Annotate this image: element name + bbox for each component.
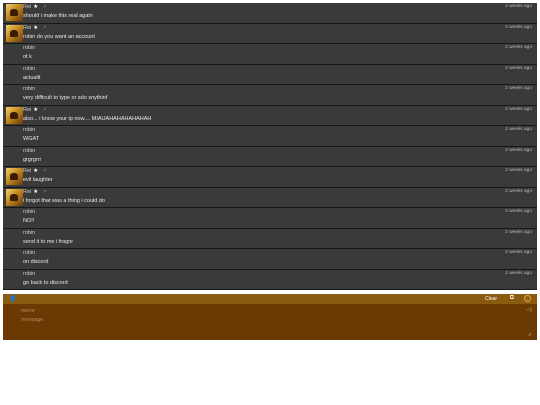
message-timestamp: 2 weeks ago [505,168,532,173]
message-text: NO!! [23,218,35,224]
author-name: robin [23,65,36,72]
resize-grip-icon[interactable]: ◢ [528,331,531,336]
avatar[interactable] [6,24,23,42]
author-name: robin [23,45,36,51]
message-text: go back to discord [23,279,68,286]
message-author: robin [23,86,35,92]
author-name: robin [23,127,36,133]
compose-area: ◁) ◢ [3,304,537,340]
author-name: Rei [23,24,32,31]
message-author: robin [23,271,35,277]
message-timestamp: 2 weeks ago [505,209,532,214]
message-timestamp: 2 weeks ago [505,270,532,276]
avatar[interactable] [6,106,23,124]
author-name: robin [23,147,36,154]
message-list: Rei ★ ↗ should i make this real again 2 week… [3,3,537,290]
message-row: robin WGAT 2 weeks ago [3,126,537,146]
message-row: Rei ★ ↗ also... i know your ip now.... MIAU… [3,105,537,125]
message-row: Rei ★ ↗ robin do you want an account 2 weeks… [3,23,537,43]
external-link-icon[interactable]: ↗ [42,107,46,113]
external-link-icon[interactable]: ↗ [42,189,46,195]
popout-icon[interactable]: ⧉ [510,295,514,302]
message-author: robin [23,45,35,51]
message-author[interactable]: Rei ★ ↗ [23,189,46,195]
external-link-icon[interactable]: ↗ [42,4,46,10]
info-icon[interactable]: i [524,295,531,302]
message-row: robin send it to me i frogor 2 weeks ago [3,228,537,248]
message-author[interactable]: Rei ★ ↗ [23,168,46,174]
message-row: Rei ★ ↗ should i make this real again 2 week… [3,3,537,23]
name-input[interactable] [21,306,531,316]
avatar[interactable] [6,168,23,185]
star-icon: ★ [33,168,39,174]
author-name: robin [23,270,36,277]
message-row: Rei ★ ↗ evil laughter 2 weeks ago [3,167,537,187]
clear-button[interactable]: Clear [485,296,497,302]
message-timestamp: 2 weeks ago [505,45,532,50]
message-author: robin [23,209,35,215]
message-timestamp: 2 weeks ago [505,86,532,91]
message-text: very difficult to type or sdo snythinf [23,95,108,101]
message-text: actuallt [23,74,41,81]
message-text: on discord [23,259,49,265]
message-row: robin NO!! 2 weeks ago [3,208,537,228]
message-author: robin [23,66,35,72]
star-icon: ★ [33,106,39,113]
message-text: evil laughter [23,177,53,183]
message-timestamp: 2 weeks ago [505,106,532,112]
message-text: also... i know your ip now.... MIAUAHAHA… [23,115,152,122]
message-text: i forgot that was a thing i could do [23,197,105,204]
message-author: robin [23,230,35,236]
message-author: robin [23,127,35,133]
author-name: Rei [23,106,32,113]
message-author[interactable]: Rei ★ ↗ [23,4,46,10]
message-author[interactable]: Rei ★ ↗ [23,107,46,113]
message-timestamp: 2 weeks ago [505,250,532,255]
message-row: robin actuallt 2 weeks ago [3,64,537,84]
message-author[interactable]: Rei ★ ↗ [23,25,46,31]
avatar[interactable] [6,188,23,206]
message-text: WGAT [23,136,40,142]
message-timestamp: 2 weeks ago [505,147,532,153]
star-icon: ★ [33,24,39,31]
message-text: should i make this real again [23,13,93,19]
message-text: ot k [23,54,32,60]
author-name: Rei [23,188,32,195]
author-name: Rei [23,168,32,174]
author-name: Rei [23,4,32,10]
avatar[interactable] [6,4,23,21]
message-timestamp: 2 weeks ago [505,229,532,235]
author-name: robin [23,250,36,256]
author-name: robin [23,209,36,215]
author-name: robin [23,86,36,92]
chat-toolbar: 👤 Clear ⧉ i [3,294,537,304]
message-row: robin grgrgrrr 2 weeks ago [3,146,537,166]
message-timestamp: 2 weeks ago [505,24,532,30]
star-icon: ★ [33,4,39,10]
message-text: robin do you want an account [23,33,95,40]
message-text: send it to me i frogor [23,238,74,245]
message-timestamp: 2 weeks ago [505,188,532,194]
user-icon[interactable]: 👤 [9,295,16,302]
volume-icon[interactable]: ◁) [526,307,532,313]
message-timestamp: 2 weeks ago [505,65,532,71]
message-timestamp: 2 weeks ago [505,127,532,132]
external-link-icon[interactable]: ↗ [42,25,46,31]
message-row: Rei ★ ↗ i forgot that was a thing i could d… [3,187,537,207]
message-row: robin ot k 2 weeks ago [3,44,537,64]
message-row: robin go back to discord 2 weeks ago [3,269,537,289]
message-author: robin [23,250,35,256]
message-timestamp: 2 weeks ago [505,4,532,9]
external-link-icon[interactable]: ↗ [42,168,46,174]
author-name: robin [23,229,36,236]
message-input[interactable] [21,317,531,335]
star-icon: ★ [33,188,39,195]
message-row: robin very difficult to type or sdo snyth… [3,85,537,105]
message-text: grgrgrrr [23,156,42,163]
message-row: robin on discord 2 weeks ago [3,249,537,269]
message-author: robin [23,148,35,154]
